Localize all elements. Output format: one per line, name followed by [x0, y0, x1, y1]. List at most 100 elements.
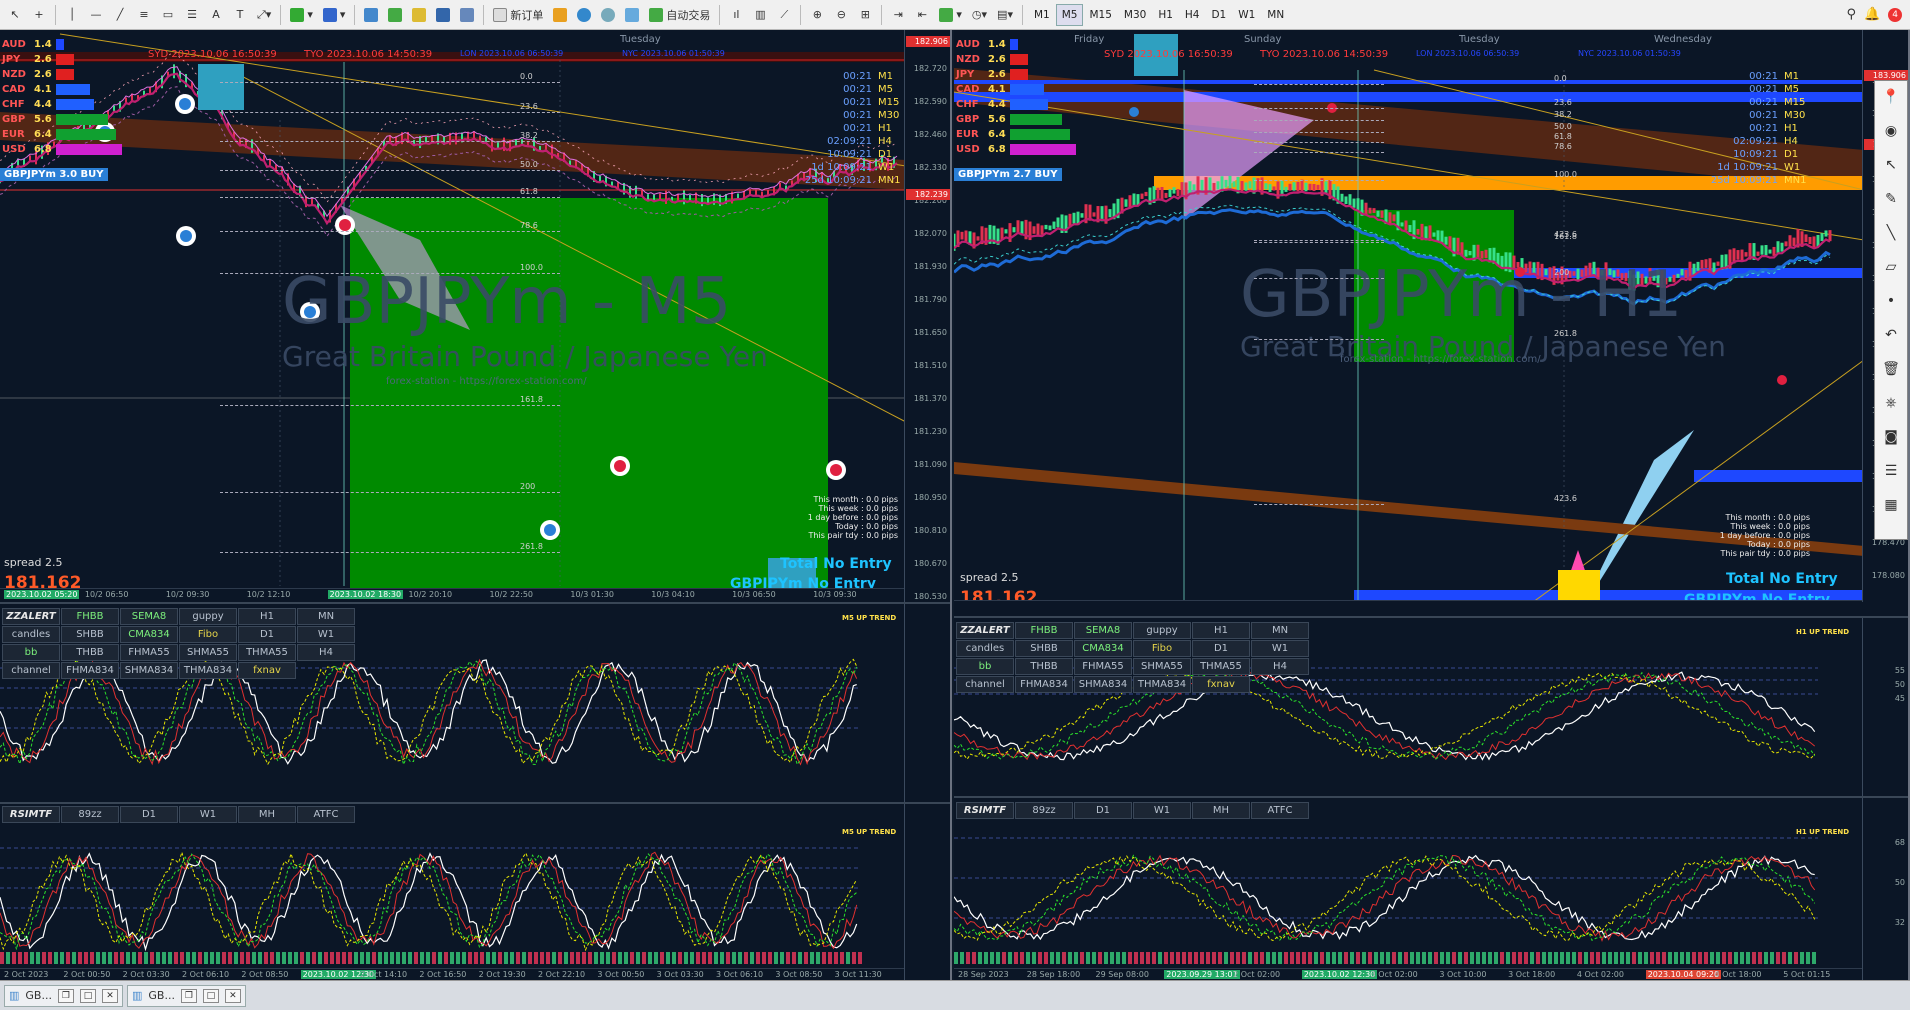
market-icon[interactable]: [597, 4, 619, 26]
indicator-toggle-shma834[interactable]: SHMA834: [1074, 676, 1132, 693]
indicator-toggle-fhma834[interactable]: FHMA834: [61, 662, 119, 679]
timeframe-h4[interactable]: H4: [1179, 4, 1206, 26]
eye-icon[interactable]: ◉: [1879, 119, 1903, 143]
indicator-toggle-fhma55[interactable]: FHMA55: [120, 644, 178, 661]
indicator-toggle-h1[interactable]: H1: [1192, 622, 1250, 639]
chart-window-m5[interactable]: GBPJPYm - M5 Great Britain Pound / Japan…: [0, 30, 952, 980]
indicator-toggle-shbb[interactable]: SHBB: [1015, 640, 1073, 657]
cursor-icon[interactable]: ↖: [4, 4, 26, 26]
restore-icon[interactable]: ❐: [180, 988, 197, 1003]
maximize-icon[interactable]: □: [79, 988, 96, 1003]
indicator-toggle-w1[interactable]: W1: [1133, 802, 1191, 819]
indicator-toggle-channel[interactable]: channel: [2, 662, 60, 679]
undo-icon[interactable]: ↶: [1879, 323, 1903, 347]
arrows-icon[interactable]: ⤢▾: [253, 4, 275, 26]
indicator-toggle-fhbb[interactable]: FHBB: [1015, 622, 1073, 639]
time-axis[interactable]: 2023.09.289/28 18:009/29 08:002023.09.29…: [954, 600, 1862, 602]
oscillator-window-1[interactable]: ZZALERT FHBB SEMA8 guppy H1 MN candles SHBB CMA8…: [954, 616, 1908, 796]
oscillator-window-2[interactable]: RSIMTF 89zz D1 W1 MH ATFC M5 UP TREND 2 Oct 2…: [0, 802, 950, 980]
indicators-icon[interactable]: ▾: [935, 4, 966, 26]
indicator-toggle-zzalert[interactable]: ZZALERT: [956, 622, 1014, 639]
indicator-toggle-atfc[interactable]: ATFC: [297, 806, 355, 823]
indicator-toggle-w1[interactable]: W1: [179, 806, 237, 823]
market-watch-icon[interactable]: [360, 4, 382, 26]
close-icon[interactable]: ✕: [101, 988, 118, 1003]
bar-chart-icon[interactable]: ıl: [725, 4, 747, 26]
indicator-toggle-sema8[interactable]: SEMA8: [1074, 622, 1132, 639]
timeframe-mn[interactable]: MN: [1261, 4, 1290, 26]
oscillator-window-1[interactable]: ZZALERT FHBB SEMA8 guppy H1 MN candles SHBB CMA8…: [0, 602, 950, 802]
eraser-icon[interactable]: ▱: [1879, 255, 1903, 279]
indicator-toggle-rsimtf[interactable]: RSIMTF: [2, 806, 60, 823]
robot-icon[interactable]: ⎈: [1879, 391, 1903, 415]
chart-window-h1[interactable]: GBPJPYm - H1 Great Britain Pound / Japan…: [954, 30, 1910, 980]
trendline-icon[interactable]: ╱: [109, 4, 131, 26]
indicator-toggle-h4[interactable]: H4: [297, 644, 355, 661]
indicator-toggle-89zz[interactable]: 89zz: [1015, 802, 1073, 819]
indicator-toggle-fibo[interactable]: Fibo: [179, 626, 237, 643]
indicator-toggle-fhbb[interactable]: FHBB: [61, 608, 119, 625]
indicator-toggle-bb[interactable]: bb: [956, 658, 1014, 675]
timeframe-m1[interactable]: M1: [1028, 4, 1056, 26]
bottom-time-axis[interactable]: 28 Sep 2023 28 Sep 18:00 29 Sep 08:00 2023.…: [954, 968, 1862, 980]
indicator-toggle-guppy[interactable]: guppy: [179, 608, 237, 625]
metaeditor-icon[interactable]: [549, 4, 571, 26]
indicator-toggle-rsimtf[interactable]: RSIMTF: [956, 802, 1014, 819]
indicator-toggle-fhma834[interactable]: FHMA834: [1015, 676, 1073, 693]
indicator-toggle-thbb[interactable]: THBB: [61, 644, 119, 661]
fibo-icon[interactable]: ☰: [181, 4, 203, 26]
timeframe-m5[interactable]: M5: [1055, 3, 1084, 26]
tile-windows-icon[interactable]: ⊞: [854, 4, 876, 26]
autoscroll-icon[interactable]: ⇤: [911, 4, 933, 26]
indicator-toggle-shma834[interactable]: SHMA834: [120, 662, 178, 679]
label-icon[interactable]: T: [229, 4, 251, 26]
vertical-line-icon[interactable]: │: [61, 4, 83, 26]
horizontal-line-icon[interactable]: —: [85, 4, 107, 26]
trash-icon[interactable]: 🗑: [1879, 357, 1903, 381]
timeframe-m30[interactable]: M30: [1118, 4, 1152, 26]
rectangle-icon[interactable]: ▭: [157, 4, 179, 26]
maximize-icon[interactable]: □: [202, 988, 219, 1003]
indicator-toggle-thbb[interactable]: THBB: [1015, 658, 1073, 675]
profiles-icon[interactable]: ▾: [319, 4, 350, 26]
indicator-toggle-shbb[interactable]: SHBB: [61, 626, 119, 643]
indicator-toggle-thma834[interactable]: THMA834: [179, 662, 237, 679]
main-chart-m5[interactable]: GBPJPYm - M5 Great Britain Pound / Japan…: [0, 30, 950, 602]
vps-icon[interactable]: [621, 4, 643, 26]
indicator-toggle-89zz[interactable]: 89zz: [61, 806, 119, 823]
indicator-toggle-thma55[interactable]: THMA55: [238, 644, 296, 661]
indicator-toggle-candles[interactable]: candles: [2, 626, 60, 643]
indicator-toggle-d1[interactable]: D1: [120, 806, 178, 823]
minimized-window-1[interactable]: ▥ GB... ❐ □ ✕: [4, 984, 123, 1007]
indicator-toggle-cma834[interactable]: CMA834: [120, 626, 178, 643]
timeframe-m15[interactable]: M15: [1083, 4, 1117, 26]
oscillator-window-2[interactable]: RSIMTF 89zz D1 W1 MH ATFC H1 UP TREND 68 50 32 …: [954, 796, 1908, 980]
periods-icon[interactable]: ◷▾: [968, 4, 991, 26]
templates-icon[interactable]: ▤▾: [993, 4, 1017, 26]
timeframe-w1[interactable]: W1: [1232, 4, 1261, 26]
restore-icon[interactable]: ❐: [57, 988, 74, 1003]
signals-icon[interactable]: [573, 4, 595, 26]
indicator-toggle-bb[interactable]: bb: [2, 644, 60, 661]
pin-icon[interactable]: 📍: [1879, 85, 1903, 109]
notification-icon[interactable]: 🔔: [1864, 7, 1880, 22]
indicator-toggle-cma834[interactable]: CMA834: [1074, 640, 1132, 657]
timeframe-h1[interactable]: H1: [1152, 4, 1179, 26]
indicator-toggle-h4[interactable]: H4: [1251, 658, 1309, 675]
indicator-toggle-shma55[interactable]: SHMA55: [1133, 658, 1191, 675]
indicator-toggle-fhma55[interactable]: FHMA55: [1074, 658, 1132, 675]
indicator-toggle-fxnav[interactable]: fxnav: [238, 662, 296, 679]
indicator-toggle-mh[interactable]: MH: [1192, 802, 1250, 819]
line-icon[interactable]: ╲: [1879, 221, 1903, 245]
indicator-toggle-guppy[interactable]: guppy: [1133, 622, 1191, 639]
line-chart-icon[interactable]: ⟋: [773, 4, 795, 26]
indicator-toggle-atfc[interactable]: ATFC: [1251, 802, 1309, 819]
indicator-toggle-w1[interactable]: W1: [297, 626, 355, 643]
list-icon[interactable]: ☰: [1879, 459, 1903, 483]
search-icon[interactable]: ⚲: [1847, 7, 1857, 22]
time-axis[interactable]: 2023.10.02 05:20 10/2 06:50 10/2 09:30 10/2…: [0, 588, 904, 602]
close-icon[interactable]: ✕: [224, 988, 241, 1003]
indicator-toggle-thma55[interactable]: THMA55: [1192, 658, 1250, 675]
dot-icon[interactable]: •: [1879, 289, 1903, 313]
new-chart-icon[interactable]: ▾: [286, 4, 317, 26]
